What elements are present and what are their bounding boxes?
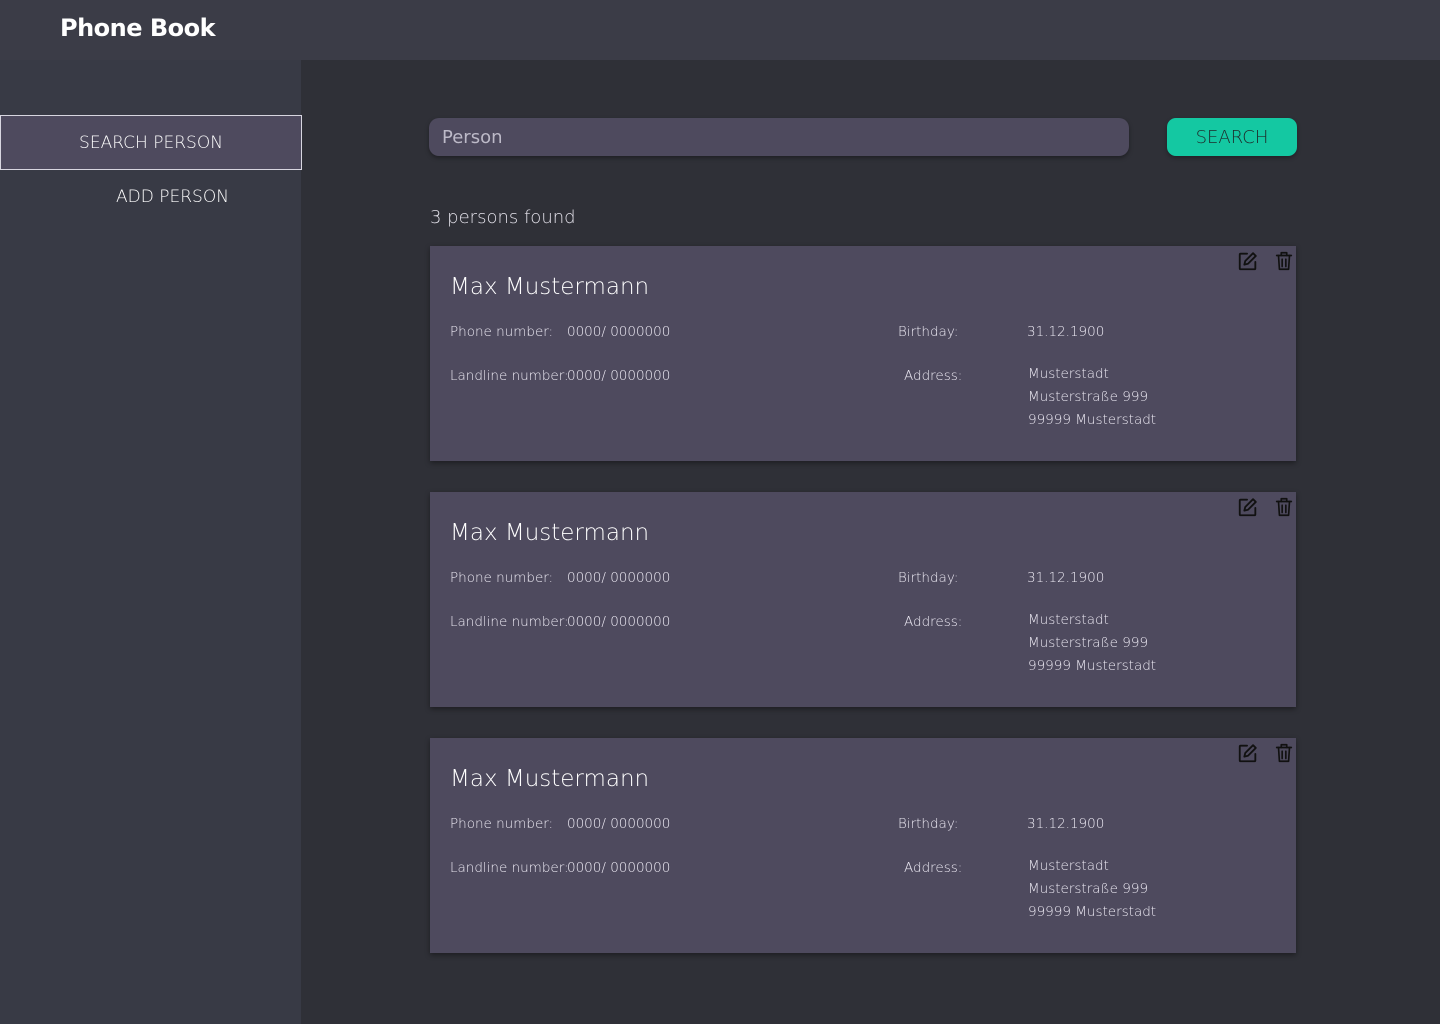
edit-icon <box>1238 744 1257 763</box>
search-button[interactable]: SEARCH <box>1167 118 1297 156</box>
delete-button[interactable] <box>1272 249 1296 273</box>
address-label: Address: <box>904 614 963 630</box>
landline-value: 0000/ 0000000 <box>567 368 671 384</box>
birthday-value: 31.12.1900 <box>1027 324 1105 340</box>
birthday-label: Birthday: <box>898 816 959 832</box>
birthday-value: 31.12.1900 <box>1027 816 1105 832</box>
sidebar-item-search-person[interactable]: SEARCH PERSON <box>0 115 302 170</box>
sidebar: SEARCH PERSON ADD PERSON <box>0 60 302 1024</box>
phone-value: 0000/ 0000000 <box>567 816 671 832</box>
address-line: 99999 Musterstadt <box>1028 412 1157 428</box>
address-line: Musterstraße 999 <box>1028 389 1149 405</box>
address-label: Address: <box>904 368 963 384</box>
edit-icon <box>1238 498 1257 517</box>
landline-value: 0000/ 0000000 <box>567 860 671 876</box>
address-value: Musterstadt Musterstraße 999 99999 Muste… <box>1028 855 1156 924</box>
address-line: Musterstadt <box>1028 612 1109 628</box>
person-card: Max Mustermann Phone number: 0000/ 00000… <box>430 738 1296 953</box>
delete-button[interactable] <box>1272 495 1296 519</box>
landline-label: Landline number: <box>450 860 569 876</box>
search-input[interactable] <box>429 118 1129 156</box>
address-line: Musterstadt <box>1028 366 1109 382</box>
person-name: Max Mustermann <box>450 274 650 300</box>
person-card: Max Mustermann Phone number: 0000/ 00000… <box>430 492 1296 707</box>
address-line: Musterstraße 999 <box>1028 635 1149 651</box>
birthday-label: Birthday: <box>898 324 959 340</box>
birthday-value: 31.12.1900 <box>1027 570 1105 586</box>
sidebar-item-add-person[interactable]: ADD PERSON <box>0 169 301 224</box>
address-line: Musterstadt <box>1028 858 1109 874</box>
top-bar: Phone Book <box>0 0 1440 60</box>
sidebar-item-label: ADD PERSON <box>116 186 229 207</box>
address-value: Musterstadt Musterstraße 999 99999 Muste… <box>1028 363 1156 432</box>
delete-button[interactable] <box>1272 741 1296 765</box>
phone-label: Phone number: <box>450 570 554 586</box>
trash-icon <box>1275 743 1293 763</box>
phone-label: Phone number: <box>450 324 554 340</box>
person-card: Max Mustermann Phone number: 0000/ 00000… <box>430 246 1296 461</box>
edit-button[interactable] <box>1236 249 1260 273</box>
phone-label: Phone number: <box>450 816 554 832</box>
landline-value: 0000/ 0000000 <box>567 614 671 630</box>
edit-icon <box>1238 252 1257 271</box>
sidebar-item-label: SEARCH PERSON <box>79 132 223 153</box>
landline-label: Landline number: <box>450 614 569 630</box>
address-label: Address: <box>904 860 963 876</box>
address-line: 99999 Musterstadt <box>1028 904 1157 920</box>
person-name: Max Mustermann <box>450 520 650 546</box>
address-line: 99999 Musterstadt <box>1028 658 1157 674</box>
trash-icon <box>1275 497 1293 517</box>
result-count: 3 persons found <box>430 207 576 228</box>
app-title: Phone Book <box>60 14 216 42</box>
address-line: Musterstraße 999 <box>1028 881 1149 897</box>
phone-value: 0000/ 0000000 <box>567 570 671 586</box>
address-value: Musterstadt Musterstraße 999 99999 Muste… <box>1028 609 1156 678</box>
edit-button[interactable] <box>1236 495 1260 519</box>
trash-icon <box>1275 251 1293 271</box>
phone-value: 0000/ 0000000 <box>567 324 671 340</box>
edit-button[interactable] <box>1236 741 1260 765</box>
birthday-label: Birthday: <box>898 570 959 586</box>
person-name: Max Mustermann <box>450 766 650 792</box>
landline-label: Landline number: <box>450 368 569 384</box>
